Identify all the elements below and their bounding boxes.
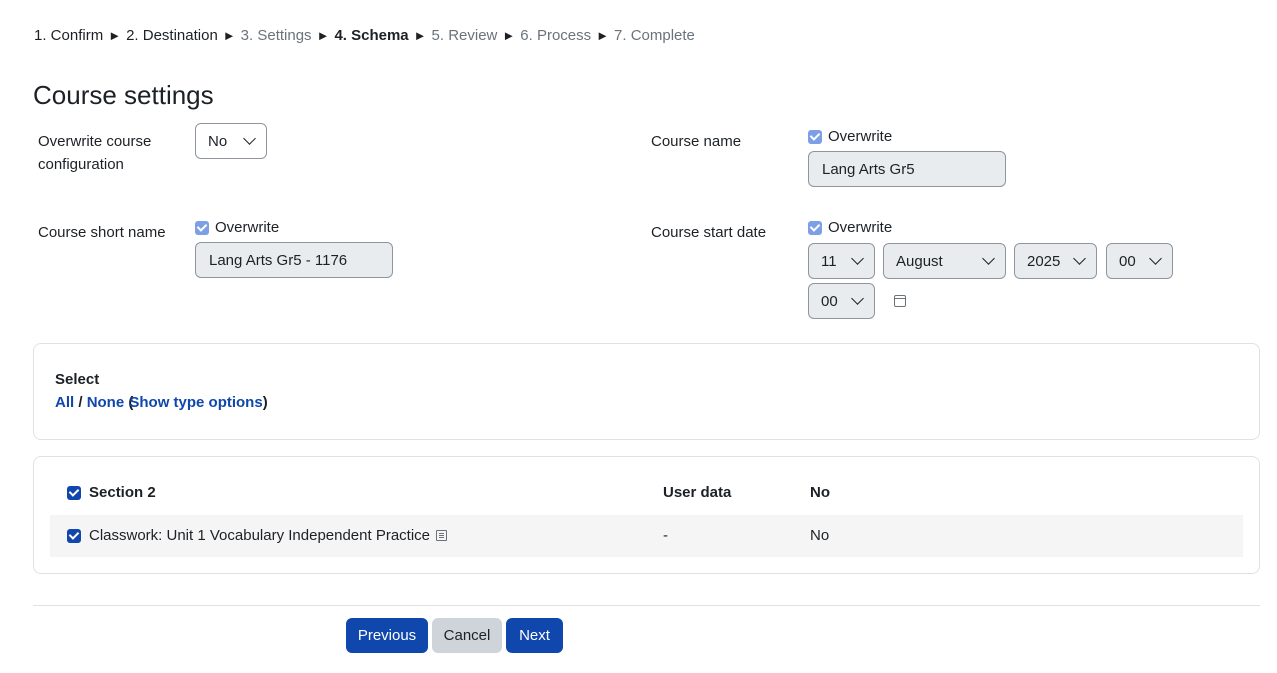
show-type-options-link[interactable]: Show type options — [129, 394, 262, 411]
short-name-label: Course short name — [38, 224, 166, 241]
chevron-down-icon — [1149, 252, 1162, 265]
overwrite-label: Overwrite — [828, 219, 893, 236]
select-slash: / — [78, 394, 83, 411]
col-user-data: User data — [663, 484, 732, 501]
activity-item[interactable]: Classwork: Unit 1 Vocabulary Independent… — [67, 527, 448, 544]
select-all-link[interactable]: All — [55, 394, 74, 411]
activity-value: No — [810, 527, 830, 544]
year-select[interactable]: 2025 — [1014, 243, 1097, 279]
section-checkbox[interactable] — [67, 485, 81, 500]
select-none-link[interactable]: None — [87, 394, 125, 411]
chevron-down-icon — [851, 252, 864, 265]
chevron-down-icon — [1073, 252, 1086, 265]
overwrite-config-select[interactable]: No — [195, 123, 267, 159]
month-value: August — [896, 252, 943, 270]
minute-value: 00 — [821, 292, 838, 310]
step-destination: 2. Destination — [126, 27, 218, 44]
breadcrumb-separator: ► — [502, 28, 516, 43]
next-button[interactable]: Next — [506, 618, 563, 653]
breadcrumb-separator: ► — [108, 28, 122, 43]
previous-button[interactable]: Previous — [346, 618, 428, 653]
step-process: 6. Process — [520, 27, 592, 44]
calendar-icon[interactable] — [894, 295, 906, 307]
overwrite-label: Overwrite — [215, 219, 280, 236]
section-header[interactable]: Section 2 — [67, 484, 156, 501]
overwrite-checkbox[interactable] — [808, 129, 822, 144]
select-card — [33, 343, 1260, 440]
short-name-field[interactable]: Lang Arts Gr5 - 1176 — [195, 242, 393, 278]
step-settings: 3. Settings — [240, 27, 312, 44]
chevron-down-icon — [243, 132, 256, 145]
hour-select[interactable]: 00 — [1106, 243, 1173, 279]
select-links: All / None (Show type options) — [55, 394, 268, 411]
minute-select[interactable]: 00 — [808, 283, 875, 319]
start-date-overwrite[interactable]: Overwrite — [808, 219, 892, 236]
section-label: Section 2 — [89, 484, 156, 501]
chevron-down-icon — [851, 292, 864, 305]
hour-value: 00 — [1119, 252, 1136, 270]
step-schema: 4. Schema — [334, 27, 409, 44]
course-name-label: Course name — [651, 133, 742, 150]
assignment-icon — [436, 530, 448, 541]
close-paren: ) — [262, 394, 268, 411]
activity-label: Classwork: Unit 1 Vocabulary Independent… — [89, 527, 431, 544]
cancel-button[interactable]: Cancel — [432, 618, 502, 653]
step-review: 5. Review — [431, 27, 498, 44]
course-name-overwrite[interactable]: Overwrite — [808, 128, 892, 145]
year-value: 2025 — [1027, 252, 1061, 270]
start-date-label: Course start date — [651, 224, 767, 241]
step-confirm: 1. Confirm — [34, 27, 104, 44]
breadcrumb-separator: ► — [596, 28, 610, 43]
short-name-overwrite[interactable]: Overwrite — [195, 219, 279, 236]
col-value: No — [810, 484, 830, 501]
overwrite-config-value: No — [208, 132, 228, 150]
month-select[interactable]: August — [883, 243, 1006, 279]
step-complete: 7. Complete — [614, 27, 695, 44]
breadcrumb-separator: ► — [316, 28, 330, 43]
breadcrumb-separator: ► — [222, 28, 236, 43]
activity-checkbox[interactable] — [67, 528, 81, 543]
day-value: 11 — [821, 252, 837, 270]
select-heading: Select — [55, 371, 100, 388]
divider — [33, 605, 1260, 606]
breadcrumb: 1. Confirm ► 2. Destination ► 3. Settings ► 4.… — [34, 27, 695, 44]
day-select[interactable]: 11 — [808, 243, 875, 279]
page-title: Course settings — [33, 80, 214, 110]
breadcrumb-separator: ► — [413, 28, 427, 43]
activity-user-data: - — [663, 527, 668, 544]
chevron-down-icon — [982, 252, 995, 265]
overwrite-checkbox[interactable] — [195, 220, 209, 235]
course-name-field[interactable]: Lang Arts Gr5 — [808, 151, 1006, 187]
overwrite-label: Overwrite — [828, 128, 893, 145]
overwrite-checkbox[interactable] — [808, 220, 822, 235]
overwrite-config-label: Overwrite course configuration — [38, 133, 152, 173]
